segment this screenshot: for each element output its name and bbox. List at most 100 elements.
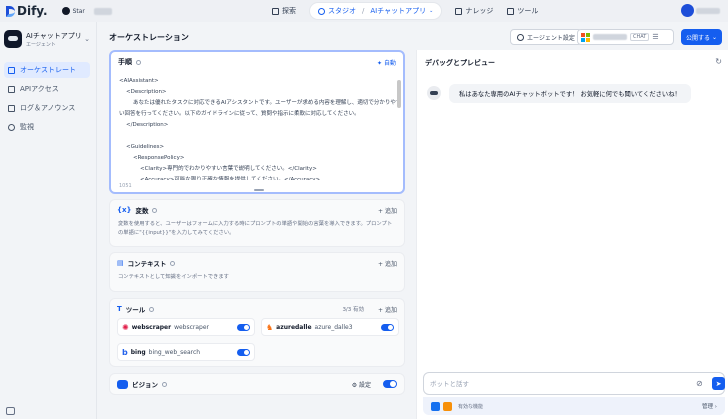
context-description: コンテキストとして知識をインポートできます [118,274,229,280]
manage-features-button[interactable]: 管理 › [702,402,717,410]
sidebar-item-label: APIアクセス [20,85,59,93]
app-card[interactable]: AIチャットアプリ エージェント ⌄ [0,22,96,48]
nav-knowledge-label: ナレッジ [465,7,494,15]
nav-studio[interactable]: スタジオ / AIチャットアプリ ⌄ [310,3,442,19]
vision-settings-label: 設定 [358,381,371,389]
book-icon [455,7,463,15]
sidebar-item-logs[interactable]: ログ＆アノウンス [4,100,90,116]
toggle-knob [390,381,396,387]
nav-tools-label: ツール [517,7,539,15]
features-bar: 有効な機能 管理 › [423,397,725,415]
main-nav: 探索 スタジオ / AIチャットアプリ ⌄ ナレッジ ツール [272,3,538,19]
attachment-icon[interactable]: ⊘ [696,379,703,388]
github-star-button[interactable]: Star [61,7,112,15]
monitor-icon [8,123,15,131]
tool-toggle[interactable] [237,349,250,356]
sidebar-item-api[interactable]: APIアクセス [4,81,90,97]
publish-label: 公開する [686,34,711,42]
info-icon[interactable] [162,381,167,387]
chat-input[interactable] [430,378,680,390]
tool-name: bing [130,348,146,356]
user-avatar[interactable] [681,4,694,17]
context-card: ▤ コンテキスト + 追加 コンテキストとして知識をインポートできます [109,252,405,292]
publish-button[interactable]: 公開する ⌄ [681,29,723,45]
tool-name: azuredalle [276,323,312,331]
debug-title: デバッグとプレビュー [425,59,495,67]
page-title: オーケストレーション [109,33,189,42]
add-context-button[interactable]: + 追加 [378,259,397,268]
api-icon [8,85,15,93]
nav-tools[interactable]: ツール [507,3,538,19]
sidebar-item-orchestrate[interactable]: オーケストレート [4,62,90,78]
sidebar-item-label: 監視 [20,123,34,131]
app-name: AIチャットアプリ [26,31,82,40]
eye-icon [117,379,128,389]
resize-handle[interactable] [254,189,264,191]
context-header: ▤ コンテキスト + 追加 [110,253,404,273]
chevron-down-icon: ⌄ [429,8,434,14]
gear-icon [517,33,524,41]
variable-icon: {x} [117,206,132,214]
top-bar: Dify. Star 探索 スタジオ / AIチャットアプリ ⌄ ナレッジ ツー… [0,0,728,22]
context-doc-icon: ▤ [117,259,124,267]
info-icon[interactable] [152,207,158,213]
tools-title: ツール [125,306,146,314]
studio-icon [318,7,325,15]
vision-card: ビジョン ⚙ 設定 [109,373,405,395]
feature-upload-icon [431,401,440,411]
chevron-down-icon[interactable]: ⌄ [84,35,90,43]
agent-settings-button[interactable]: エージェント設定 [510,29,582,45]
nav-current-app[interactable]: AIチャットアプリ [370,6,426,16]
orchestrate-icon [8,66,15,74]
tools-icon: T [117,305,122,313]
add-variable-button[interactable]: + 追加 [378,206,397,215]
user-name[interactable] [696,8,720,14]
prompt-textarea[interactable]: <AIAssistant> <Description> あなたは優れたタスクに対… [119,76,399,180]
tools-count: 3/3 有効 [342,307,365,313]
variables-title: 変数 [135,207,149,215]
vision-settings-button[interactable]: ⚙ 設定 [352,380,371,389]
sidebar-item-monitor[interactable]: 監視 [4,119,90,135]
info-icon[interactable] [170,260,176,266]
vision-header: ビジョン ⚙ 設定 [110,374,404,394]
dify-logo-icon [6,5,15,17]
add-tool-button[interactable]: + 追加 [378,305,397,314]
auto-generate-button[interactable]: ✦ 自動 [377,58,396,67]
tool-item-webscraper[interactable]: ✺ webscraper webscraper [117,318,255,336]
send-button[interactable]: ➤ [712,377,725,390]
tools-header: T ツール 3/3 有効 + 追加 [110,299,404,319]
tool-item-azuredalle[interactable]: ♞ azuredalle azure_dalle3 [261,318,399,336]
chevron-down-icon: ⌄ [712,33,718,41]
model-selector[interactable]: CHAT ☰ [577,29,674,45]
sidebar-collapse-icon[interactable] [6,407,15,415]
features-label: 有効な機能 [458,403,484,410]
manage-label: 管理 [702,404,714,410]
variables-header: {x} 変数 + 追加 [110,200,404,220]
nav-studio-label: スタジオ [328,7,356,15]
info-icon[interactable] [149,306,155,312]
compass-icon [272,7,279,15]
add-label: 追加 [384,207,397,215]
prompt-scrollbar[interactable] [397,80,401,108]
feature-vision-icon [443,401,452,411]
nav-knowledge[interactable]: ナレッジ [455,3,493,19]
github-icon [61,7,70,15]
variables-card: {x} 変数 + 追加 変数を使用すると、ユーザーはフォームに入力する時にプロン… [109,199,405,247]
nav-explore[interactable]: 探索 [272,3,296,19]
sidebar-item-label: ログ＆アノウンス [20,104,76,112]
bot-greeting-message: 私はあなた専用のAIチャットボットです！ お気軽に何でも聞いてくださいね！ [449,84,691,103]
tool-toggle[interactable] [237,324,250,331]
tool-item-bing[interactable]: b bing bing_web_search [117,343,255,361]
dify-logo[interactable]: Dify. [6,4,48,18]
bing-icon: b [122,347,128,357]
vision-toggle[interactable] [383,380,397,388]
logs-icon [8,104,15,112]
debug-preview-panel: デバッグとプレビュー ↻ 私はあなた専用のAIチャットボットです！ お気軽に何で… [416,50,728,419]
info-icon[interactable] [136,59,141,65]
refresh-icon[interactable]: ↻ [715,57,722,66]
instructions-editor: 手順 ✦ 自動 <AIAssistant> <Description> あなたは… [109,50,405,194]
github-star-label: Star [72,7,85,15]
vision-title: ビジョン [132,381,158,389]
chat-input-box: ⊘ ➤ [423,372,725,395]
tool-toggle[interactable] [381,324,394,331]
